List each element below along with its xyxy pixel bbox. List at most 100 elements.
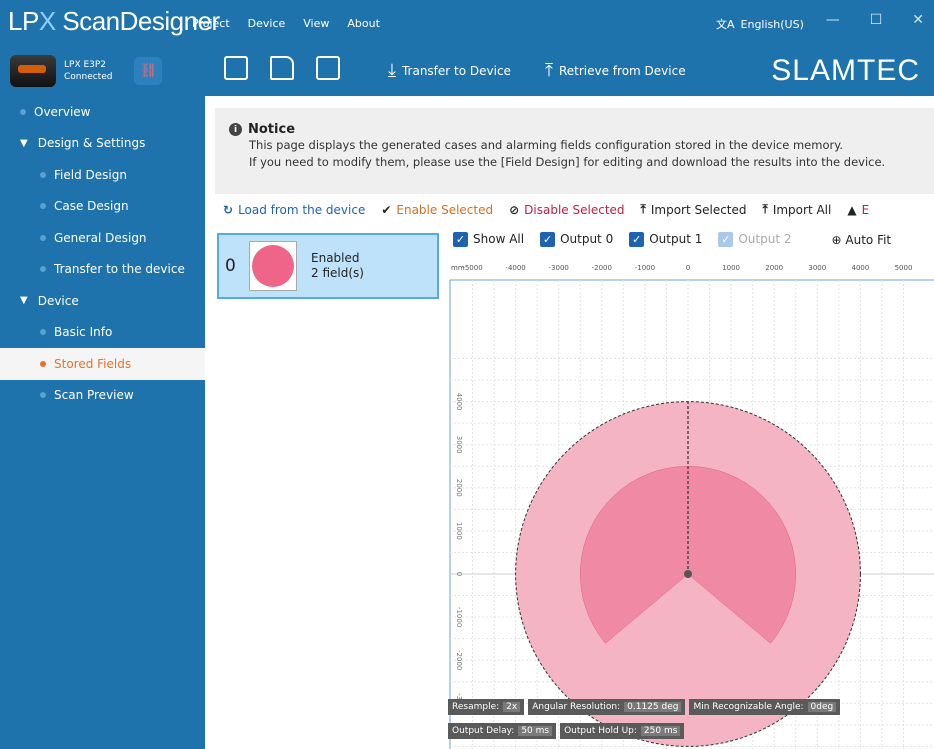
new-file-icon[interactable] xyxy=(224,56,248,80)
x-tick-label: 5000 xyxy=(895,264,913,272)
sidebar-group-design-settings[interactable]: ▼ Design & Settings xyxy=(0,128,205,160)
menu-view[interactable]: View xyxy=(303,17,329,30)
min-angle-badge: Min Recognizable Angle: 0deg xyxy=(689,699,841,715)
output0-checkbox[interactable]: ✓ Output 0 xyxy=(540,232,613,247)
sidebar-item-stored-fields[interactable]: Stored Fields xyxy=(0,348,205,380)
main-panel: i Notice This page displays the generated… xyxy=(205,96,934,749)
target-icon: ⊕ xyxy=(831,232,842,247)
menu-about[interactable]: About xyxy=(347,17,380,30)
retrieve-from-device-button[interactable]: ⤒ Retrieve from Device xyxy=(545,60,686,81)
y-tick-label: 1000 xyxy=(455,522,463,540)
auto-fit-button[interactable]: ⊕ Auto Fit xyxy=(832,233,892,247)
origin-point xyxy=(684,570,692,578)
y-tick-label: 2000 xyxy=(455,479,463,497)
translate-icon: 文A xyxy=(716,18,735,31)
import-all-button[interactable]: ⤒ Import All xyxy=(763,202,832,217)
device-status: LPX E3P2 Connected ⛓ xyxy=(10,52,195,90)
bullet-icon xyxy=(40,329,46,336)
toolbar: LPX E3P2 Connected ⛓ ⤓ Transfer to Device … xyxy=(0,46,934,96)
x-tick-label: 3000 xyxy=(808,264,826,272)
sidebar-item-field-design[interactable]: Field Design xyxy=(0,159,205,191)
link-icon[interactable]: ⛓ xyxy=(134,57,163,85)
case-index: 0 xyxy=(225,256,236,276)
x-tick-label: 4000 xyxy=(851,264,869,272)
save-icon[interactable] xyxy=(316,56,340,80)
export-button[interactable]: ▲ E xyxy=(847,202,869,217)
refresh-icon: ↻ xyxy=(223,202,234,217)
x-tick-label: -2000 xyxy=(592,264,612,272)
checkbox-checked-icon: ✓ xyxy=(453,232,468,247)
checkbox-checked-icon: ✓ xyxy=(540,232,556,247)
sidebar-item-general-design[interactable]: General Design xyxy=(0,222,205,254)
output1-checkbox[interactable]: ✓ Output 1 xyxy=(629,232,702,247)
disable-selected-button[interactable]: ⊘ Disable Selected xyxy=(509,202,624,217)
sidebar-item-overview[interactable]: Overview xyxy=(0,96,205,128)
close-icon[interactable]: ✕ xyxy=(912,12,924,28)
show-all-checkbox[interactable]: ✓ Show All xyxy=(453,232,524,247)
title-bar: LPX ScanDesigner Project Device View Abo… xyxy=(0,0,934,46)
x-tick-label: 1000 xyxy=(722,264,740,272)
x-tick-label: -1000 xyxy=(635,264,655,272)
upload-icon: ⤒ xyxy=(545,60,553,81)
output-holdup-badge: Output Hold Up: 250 ms xyxy=(560,723,685,739)
field-plot[interactable]: mm-5000 -4000 -3000 -2000 -1000 0 1000 2000 3000… xyxy=(445,256,934,749)
enable-selected-button[interactable]: ✔ Enable Selected xyxy=(381,202,493,217)
app-brand: LPX ScanDesigner xyxy=(8,6,220,36)
status-row-2: Output Delay: 50 ms Output Hold Up: 250 ms xyxy=(448,723,685,739)
sidebar-item-basic-info[interactable]: Basic Info xyxy=(0,317,205,349)
sidebar-group-device[interactable]: ▼ Device xyxy=(0,285,205,317)
bullet-icon xyxy=(40,234,46,241)
notice-title: Notice xyxy=(248,122,296,137)
menu-project[interactable]: Project xyxy=(192,17,230,30)
sidebar-item-scan-preview[interactable]: Scan Preview xyxy=(0,380,205,412)
check-circle-icon: ✔ xyxy=(381,202,392,217)
minimize-icon[interactable]: — xyxy=(826,12,840,28)
status-row-1: Resample: 2x Angular Resolution: 0.1125 de… xyxy=(448,699,841,715)
bullet-icon xyxy=(40,171,46,178)
sidebar-item-transfer[interactable]: Transfer to the device xyxy=(0,254,205,286)
bullet-icon xyxy=(40,360,46,367)
bullet-icon xyxy=(40,203,46,210)
menu-bar: Project Device View About xyxy=(192,17,380,30)
sidebar: Overview ▼ Design & Settings Field Design… xyxy=(0,96,205,749)
output2-checkbox[interactable]: ✓ Output 2 xyxy=(718,232,792,247)
warning-icon: ▲ xyxy=(847,202,857,217)
device-model: LPX E3P2 xyxy=(64,60,107,70)
y-tick-label: 0 xyxy=(455,572,463,576)
case-state: Enabled xyxy=(311,251,360,265)
ban-icon: ⊘ xyxy=(509,202,520,217)
open-folder-icon[interactable] xyxy=(270,56,294,80)
x-tick-label: -5000 xyxy=(462,264,482,272)
import-selected-button[interactable]: ⤒ Import Selected xyxy=(641,202,747,217)
device-connection: Connected xyxy=(64,72,113,82)
slamtec-logo: SLAMTEC xyxy=(771,54,920,87)
transfer-to-device-button[interactable]: ⤓ Transfer to Device xyxy=(388,60,511,81)
menu-device[interactable]: Device xyxy=(248,17,286,30)
case-card[interactable]: 0 Enabled 2 field(s) xyxy=(217,233,439,299)
chevron-down-icon: ▼ xyxy=(20,137,28,149)
y-tick-label: -2000 xyxy=(455,650,463,670)
bullet-icon xyxy=(40,392,46,399)
maximize-icon[interactable]: ☐ xyxy=(870,12,883,28)
load-from-device-button[interactable]: ↻ Load from the device xyxy=(223,202,365,217)
bullet-icon xyxy=(20,108,26,115)
field-preview-icon xyxy=(252,245,294,287)
y-tick-label: 4000 xyxy=(455,393,463,411)
download-icon: ⤓ xyxy=(388,60,396,81)
checkbox-checked-icon: ✓ xyxy=(629,232,645,247)
checkbox-checked-icon: ✓ xyxy=(718,232,734,247)
notice-line-2: If you need to modify them, please use t… xyxy=(249,155,886,169)
chevron-down-icon: ▼ xyxy=(20,295,28,307)
notice-box: i Notice This page displays the generated… xyxy=(215,108,934,194)
lidar-device-icon xyxy=(10,55,56,87)
language-selector[interactable]: 文A English(US) xyxy=(716,16,804,32)
output-delay-badge: Output Delay: 50 ms xyxy=(448,723,557,739)
info-icon: i xyxy=(229,123,242,136)
angular-resolution-badge: Angular Resolution: 0.1125 deg xyxy=(528,699,686,715)
y-tick-label: -1000 xyxy=(455,607,463,627)
window-controls: — ☐ ✕ xyxy=(826,12,924,28)
upload-icon: ⤒ xyxy=(640,202,646,216)
x-tick-label: -3000 xyxy=(549,264,569,272)
upload-icon: ⤒ xyxy=(762,202,768,216)
sidebar-item-case-design[interactable]: Case Design xyxy=(0,191,205,223)
